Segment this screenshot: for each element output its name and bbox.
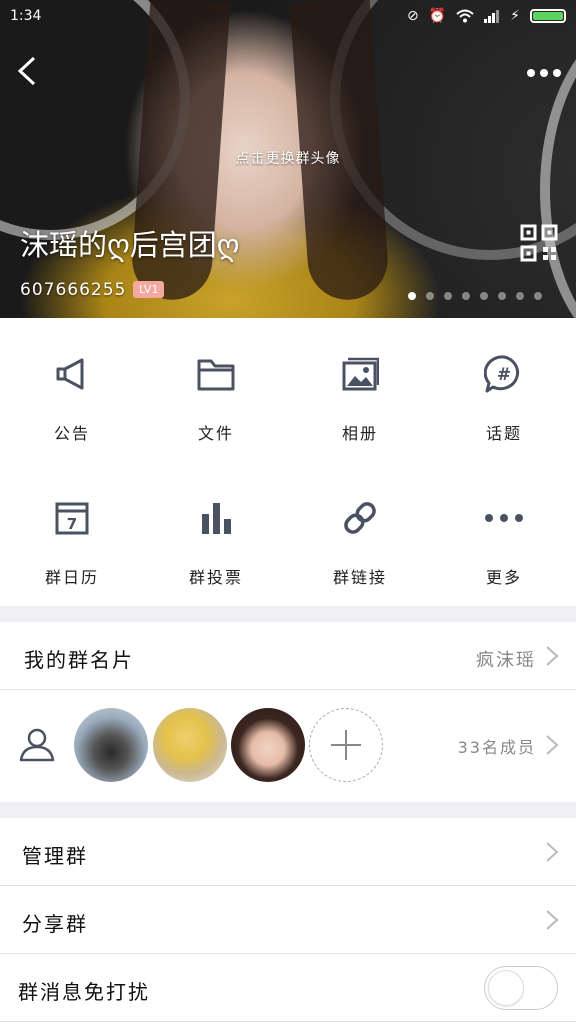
feature-label: 公告 xyxy=(53,424,90,443)
feature-more[interactable]: 更多 xyxy=(432,462,576,606)
members-row[interactable]: 33名成员 xyxy=(0,690,576,800)
member-avatar[interactable] xyxy=(231,708,305,782)
feature-files[interactable]: 文件 xyxy=(144,318,288,462)
carousel-indicator xyxy=(408,292,542,300)
feature-link[interactable]: 群链接 xyxy=(288,462,432,606)
feature-announcement[interactable]: 公告 xyxy=(0,318,144,462)
qr-code-icon xyxy=(520,224,558,262)
feature-label: 群日历 xyxy=(44,568,99,587)
feature-label: 文件 xyxy=(197,424,234,443)
bar-chart-icon xyxy=(202,503,231,534)
signal-icon xyxy=(484,10,500,23)
battery-icon xyxy=(530,9,566,23)
my-card-value: 疯沫瑶 xyxy=(476,650,536,671)
feature-vote[interactable]: 群投票 xyxy=(144,462,288,606)
member-avatar[interactable] xyxy=(74,708,148,782)
status-time: 1:34 xyxy=(10,8,42,24)
carousel-dot xyxy=(498,292,506,300)
group-info-card: 我的群名片 疯沫瑶 33名成员 xyxy=(0,622,576,802)
more-dots-icon xyxy=(527,69,561,77)
add-member-button[interactable] xyxy=(309,708,383,782)
settings-card: 管理群 分享群 群消息免打扰 xyxy=(0,818,576,1024)
toggle-knob xyxy=(488,970,524,1006)
share-group-label: 分享群 xyxy=(22,912,88,936)
qr-code-button[interactable] xyxy=(520,224,558,262)
feature-label: 更多 xyxy=(485,568,522,587)
carousel-dot xyxy=(480,292,488,300)
feature-grid: 公告 文件 相册 # 话题 7 群日历 群投票 群链接 更多 xyxy=(0,318,576,606)
status-bar: 1:34 ⊘ ⏰ ⚡ xyxy=(0,0,576,32)
charging-icon: ⚡ xyxy=(510,8,520,24)
feature-calendar[interactable]: 7 群日历 xyxy=(0,462,144,606)
share-group-row[interactable]: 分享群 xyxy=(0,886,576,954)
battery-level xyxy=(533,12,563,20)
feature-album[interactable]: 相册 xyxy=(288,318,432,462)
level-badge: LV1 xyxy=(133,281,165,298)
silent-icon: ⊘ xyxy=(406,8,419,24)
members-icon xyxy=(19,728,55,762)
more-options-button[interactable] xyxy=(526,55,562,83)
hashtag-bubble-icon: # xyxy=(484,355,520,393)
feature-label: 群链接 xyxy=(332,568,387,587)
my-group-card-row[interactable]: 我的群名片 疯沫瑶 xyxy=(0,622,576,690)
members-count: 33名成员 xyxy=(457,738,536,757)
mute-toggle[interactable] xyxy=(484,966,558,1010)
svg-text:#: # xyxy=(497,365,511,385)
change-avatar-hint[interactable]: 点击更换群头像 xyxy=(0,148,576,168)
folder-icon xyxy=(197,359,235,391)
svg-text:7: 7 xyxy=(67,515,77,533)
carousel-dot xyxy=(408,292,416,300)
carousel-dot xyxy=(426,292,434,300)
carousel-dot xyxy=(516,292,524,300)
member-avatar[interactable] xyxy=(153,708,227,782)
mute-notifications-label: 群消息免打扰 xyxy=(18,980,150,1004)
feature-label: 话题 xyxy=(485,424,522,443)
chevron-right-icon xyxy=(546,646,559,666)
calendar-icon: 7 xyxy=(55,502,89,535)
manage-group-label: 管理群 xyxy=(22,844,88,868)
manage-group-row[interactable]: 管理群 xyxy=(0,818,576,886)
chevron-right-icon xyxy=(546,735,559,755)
photo-album-icon xyxy=(342,357,379,391)
chevron-left-icon xyxy=(17,56,36,86)
carousel-dot xyxy=(534,292,542,300)
mute-notifications-row: 群消息免打扰 xyxy=(0,954,576,1022)
carousel-dot xyxy=(444,292,452,300)
chevron-right-icon xyxy=(546,910,559,930)
back-button[interactable] xyxy=(12,54,46,88)
more-dots-icon xyxy=(485,514,523,522)
link-icon xyxy=(344,502,376,534)
chevron-right-icon xyxy=(546,842,559,862)
megaphone-icon xyxy=(56,358,84,390)
wifi-icon xyxy=(456,9,474,23)
feature-topics[interactable]: # 话题 xyxy=(432,318,576,462)
group-name: 沫瑶的ღ后宫团ღ xyxy=(20,228,240,262)
group-header: 1:34 ⊘ ⏰ ⚡ 点击更换群头像 沫瑶的ღ后宫团ღ 607666255 LV… xyxy=(0,0,576,318)
alarm-icon: ⏰ xyxy=(428,8,447,24)
carousel-dot xyxy=(462,292,470,300)
group-id: 607666255 xyxy=(20,280,127,300)
feature-label: 群投票 xyxy=(188,568,243,587)
my-card-label: 我的群名片 xyxy=(24,648,134,672)
feature-label: 相册 xyxy=(341,424,378,443)
